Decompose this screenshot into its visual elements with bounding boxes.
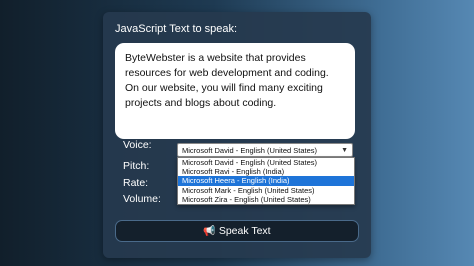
megaphone-icon: 📢 — [203, 226, 216, 237]
speak-text-button[interactable]: 📢 Speak Text — [115, 220, 359, 242]
pitch-label: Pitch: — [123, 160, 150, 172]
voice-select[interactable]: Microsoft David - English (United States… — [177, 143, 353, 157]
voice-option-highlighted[interactable]: Microsoft Heera - English (India) — [178, 176, 354, 186]
voice-dropdown-list: Microsoft David - English (United States… — [177, 157, 355, 205]
volume-label: Volume: — [123, 193, 161, 205]
tts-card: JavaScript Text to speak: ByteWebster is… — [103, 12, 371, 258]
chevron-down-icon: ▼ — [341, 147, 348, 154]
voice-option[interactable]: Microsoft Mark - English (United States) — [178, 186, 354, 195]
voice-option[interactable]: Microsoft Ravi - English (India) — [178, 167, 354, 176]
voice-label: Voice: — [123, 139, 152, 151]
text-input-area[interactable]: ByteWebster is a website that provides r… — [115, 43, 355, 139]
card-heading: JavaScript Text to speak: — [115, 23, 238, 35]
voice-option[interactable]: Microsoft Zira - English (United States) — [178, 195, 354, 204]
rate-label: Rate: — [123, 177, 149, 189]
speak-button-label: Speak Text — [218, 225, 271, 237]
voice-select-value: Microsoft David - English (United States… — [182, 146, 318, 155]
controls-panel: Voice: Microsoft David - English (United… — [115, 136, 359, 222]
voice-option[interactable]: Microsoft David - English (United States… — [178, 158, 354, 167]
